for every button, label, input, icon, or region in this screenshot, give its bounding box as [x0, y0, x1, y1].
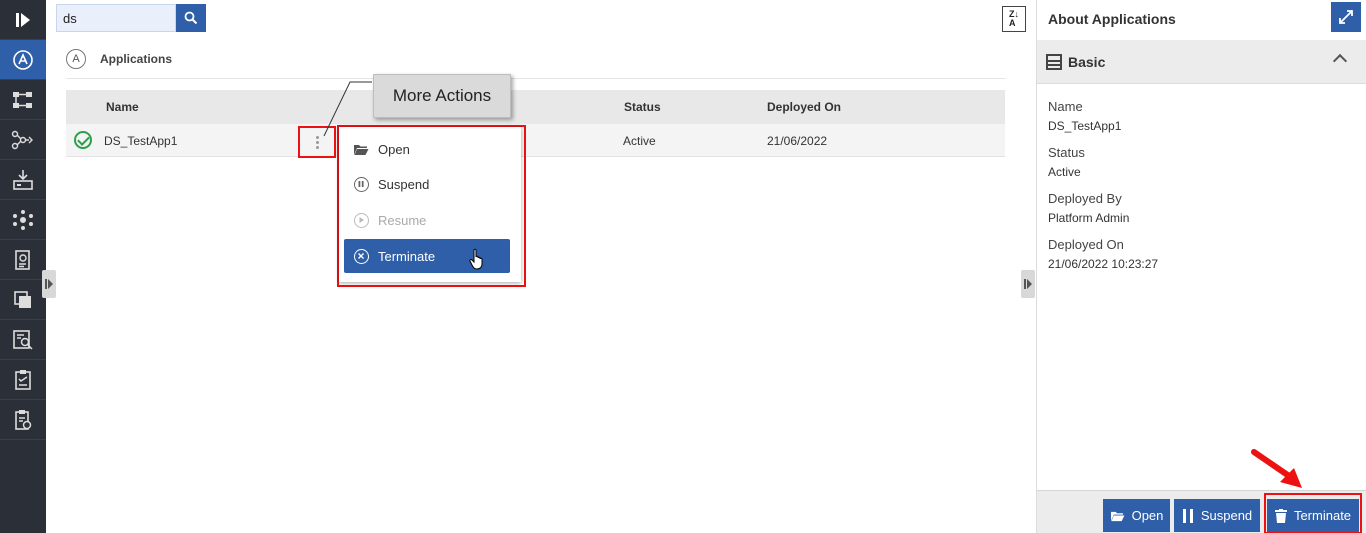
menu-item-resume: Resume: [344, 203, 510, 237]
table-header: Name Status Deployed On: [66, 90, 1005, 124]
applications-section-header: A Applications: [66, 48, 172, 70]
field-value-name: DS_TestApp1: [1048, 119, 1122, 133]
clipboard-settings-nav-icon[interactable]: [0, 400, 46, 440]
about-applications-panel: About Applications Basic Name DS_TestApp…: [1036, 0, 1366, 533]
applications-icon: A: [66, 49, 86, 69]
menu-item-label: Suspend: [378, 176, 430, 192]
details-list-icon: [1046, 54, 1062, 70]
row-actions-menu: Open Suspend Resume Terminate: [339, 127, 521, 282]
expand-icon: [1339, 10, 1353, 24]
folder-open-icon: [352, 140, 370, 158]
column-header-status[interactable]: Status: [624, 100, 661, 114]
section-divider: [66, 78, 1006, 79]
row-name: DS_TestApp1: [104, 134, 178, 148]
menu-item-label: Open: [378, 141, 410, 157]
folder-open-icon: [1110, 511, 1125, 521]
search-button[interactable]: [176, 4, 206, 32]
menu-item-open[interactable]: Open: [344, 132, 510, 166]
suspend-button-label: Suspend: [1200, 508, 1253, 523]
field-value-deployed-on: 21/06/2022 10:23:27: [1048, 257, 1159, 271]
right-collapse-handle[interactable]: [1021, 270, 1035, 298]
more-actions-callout: More Actions: [373, 74, 511, 118]
section-title: Applications: [100, 52, 173, 66]
basic-section-header[interactable]: Basic: [1037, 40, 1366, 84]
column-header-deployed-on[interactable]: Deployed On: [767, 100, 841, 114]
pipeline-nav-icon[interactable]: [0, 120, 46, 160]
open-button-label: Open: [1131, 508, 1164, 523]
terminate-highlight-outline: [1264, 493, 1362, 533]
search-icon: [184, 11, 198, 25]
chevron-up-icon[interactable]: [1332, 53, 1348, 69]
menu-item-suspend[interactable]: Suspend: [344, 167, 510, 201]
search-input[interactable]: ds: [56, 4, 176, 32]
collapse-nav-icon[interactable]: [0, 0, 46, 40]
menu-item-label: Terminate: [378, 248, 436, 264]
play-circle-icon: [352, 211, 370, 229]
left-nav-rail: [0, 0, 46, 533]
status-ok-icon: [74, 131, 92, 149]
suspend-button[interactable]: Suspend: [1174, 499, 1260, 532]
hand-cursor-icon: [469, 248, 483, 270]
panel-footer: Open Suspend Terminate: [1037, 490, 1366, 533]
collapse-arrow-icon: [45, 279, 53, 289]
pause-circle-icon: [352, 175, 370, 193]
expand-panel-button[interactable]: [1331, 2, 1361, 32]
table-row[interactable]: DS_TestApp1 Active 21/06/2022: [66, 124, 1005, 157]
pointer-arrow-annotation: [1251, 449, 1302, 488]
open-button[interactable]: Open: [1103, 499, 1170, 532]
applications-nav-icon[interactable]: [0, 40, 46, 80]
field-label-name: Name: [1048, 99, 1083, 114]
kebab-menu-icon: [315, 135, 319, 149]
left-collapse-handle[interactable]: [42, 270, 56, 298]
basic-section-title: Basic: [1068, 54, 1106, 70]
field-value-deployed-by: Platform Admin: [1048, 211, 1130, 225]
copy-nav-icon[interactable]: [0, 280, 46, 320]
panel-title: About Applications: [1048, 11, 1176, 27]
column-header-name[interactable]: Name: [106, 100, 139, 114]
field-value-status: Active: [1048, 165, 1081, 179]
collapse-arrow-icon: [1024, 279, 1032, 289]
field-label-deployed-by: Deployed By: [1048, 191, 1122, 206]
row-deployed-on: 21/06/2022: [767, 134, 828, 148]
menu-item-label: Resume: [378, 212, 427, 228]
field-label-deployed-on: Deployed On: [1048, 237, 1124, 252]
x-circle-icon: [352, 247, 370, 265]
applications-main-pane: ds Z↓ A A Applications Name Status Deploy…: [46, 0, 1036, 533]
sort-z-a-button[interactable]: Z↓ A: [1002, 6, 1026, 32]
menu-item-terminate[interactable]: Terminate: [344, 239, 510, 273]
sort-z-a-icon: Z↓ A: [1009, 9, 1019, 28]
inspect-nav-icon[interactable]: [0, 320, 46, 360]
row-status: Active: [623, 134, 656, 148]
flow-nav-icon[interactable]: [0, 80, 46, 120]
pause-icon: [1182, 508, 1193, 523]
checklist-nav-icon[interactable]: [0, 360, 46, 400]
network-nav-icon[interactable]: [0, 200, 46, 240]
report-nav-icon[interactable]: [0, 240, 46, 280]
deploy-nav-icon[interactable]: [0, 160, 46, 200]
field-label-status: Status: [1048, 145, 1085, 160]
